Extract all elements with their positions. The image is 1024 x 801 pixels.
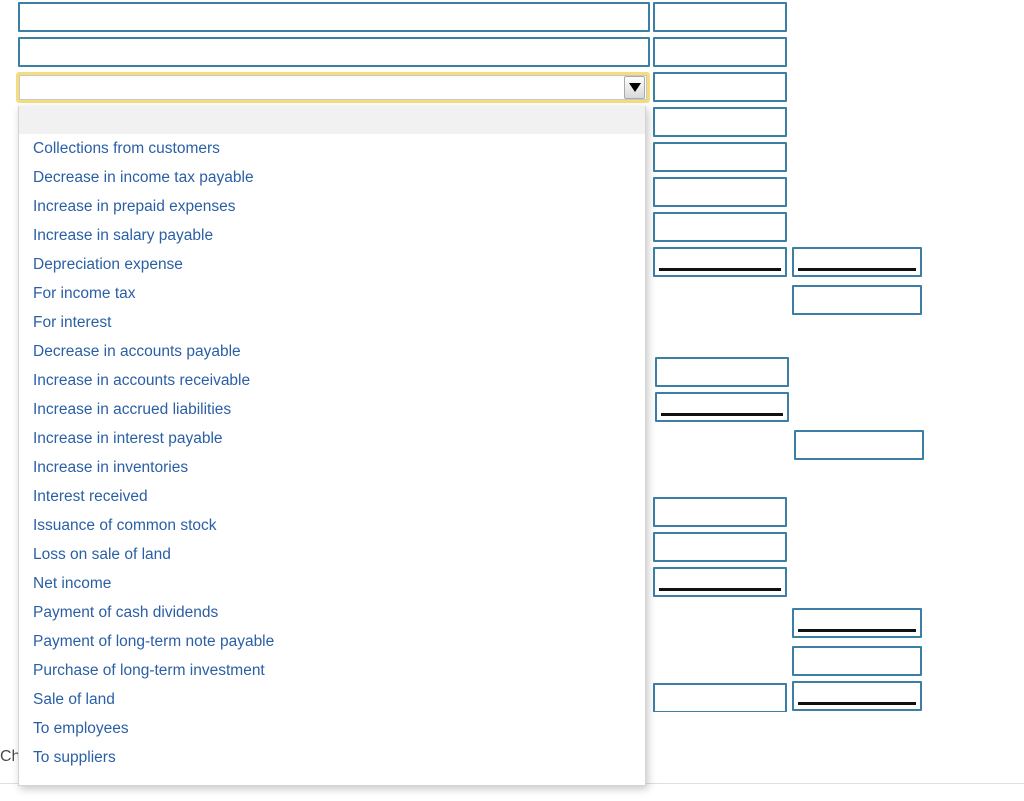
total-rule (659, 588, 781, 591)
amount-cell[interactable] (653, 212, 787, 242)
option-item[interactable]: Sale of land (19, 685, 645, 714)
option-item[interactable]: Interest received (19, 482, 645, 511)
account-select[interactable] (16, 72, 650, 103)
option-item[interactable]: To suppliers (19, 743, 645, 772)
option-item[interactable]: For income tax (19, 279, 645, 308)
description-field-1[interactable] (18, 2, 650, 32)
option-item[interactable]: Increase in prepaid expenses (19, 192, 645, 221)
amount-cell-subtotal[interactable] (653, 567, 787, 597)
amount-cell[interactable] (792, 285, 922, 315)
total-rule (659, 268, 781, 271)
option-item[interactable]: Issuance of common stock (19, 511, 645, 540)
amount-cell-subtotal[interactable] (792, 608, 922, 638)
amount-cell[interactable] (653, 37, 787, 67)
amount-cell[interactable] (653, 532, 787, 562)
option-item[interactable]: Increase in accrued liabilities (19, 395, 645, 424)
option-item[interactable]: Increase in inventories (19, 453, 645, 482)
amount-cell-subtotal[interactable] (792, 247, 922, 277)
option-item[interactable]: Increase in interest payable (19, 424, 645, 453)
account-select-box[interactable] (19, 75, 647, 100)
option-item[interactable]: Payment of cash dividends (19, 598, 645, 627)
chevron-down-icon[interactable] (624, 76, 645, 99)
account-select-options[interactable]: Collections from customers Decrease in in… (18, 106, 646, 786)
question-workspace: Ch nue to the next question. (0, 0, 1024, 801)
option-item[interactable]: Decrease in income tax payable (19, 163, 645, 192)
option-item[interactable]: Loss on sale of land (19, 540, 645, 569)
amount-cell[interactable] (653, 177, 787, 207)
option-item[interactable]: Payment of long-term note payable (19, 627, 645, 656)
amount-cell[interactable] (653, 142, 787, 172)
amount-cell-subtotal[interactable] (655, 392, 789, 422)
description-field-2[interactable] (18, 37, 650, 67)
amount-cell[interactable] (653, 2, 787, 32)
option-item[interactable]: Purchase of long-term investment (19, 656, 645, 685)
option-item[interactable]: Collections from customers (19, 134, 645, 163)
option-item[interactable]: Net income (19, 569, 645, 598)
option-item[interactable]: Increase in accounts receivable (19, 366, 645, 395)
amount-cell[interactable] (653, 497, 787, 527)
total-rule (798, 629, 916, 632)
amount-cell[interactable] (653, 683, 787, 712)
option-item[interactable]: To employees (19, 714, 645, 743)
total-rule (661, 413, 783, 416)
amount-cell-subtotal[interactable] (792, 681, 922, 711)
total-rule (798, 702, 916, 705)
option-item[interactable]: For interest (19, 308, 645, 337)
amount-cell[interactable] (653, 107, 787, 137)
amount-cell[interactable] (794, 430, 924, 460)
amount-cell[interactable] (655, 357, 789, 387)
total-rule (798, 268, 916, 271)
option-item[interactable]: Decrease in accounts payable (19, 337, 645, 366)
amount-cell[interactable] (653, 72, 787, 102)
option-blank[interactable] (19, 106, 645, 134)
option-item[interactable]: Depreciation expense (19, 250, 645, 279)
option-item[interactable]: Increase in salary payable (19, 221, 645, 250)
amount-cell[interactable] (792, 646, 922, 676)
amount-cell-subtotal[interactable] (653, 247, 787, 277)
